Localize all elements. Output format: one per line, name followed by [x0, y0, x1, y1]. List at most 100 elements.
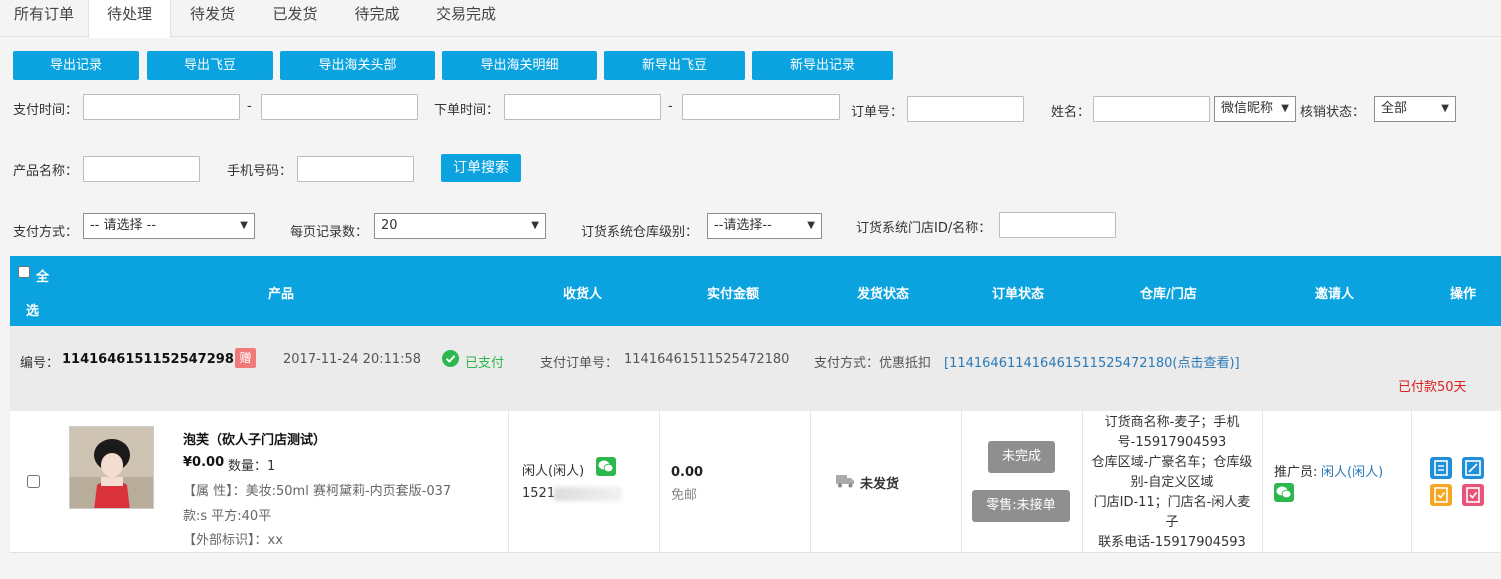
paid-days: 已付款50天 [1398, 380, 1467, 395]
order-no-input[interactable] [907, 96, 1024, 122]
check-task-icon[interactable] [1430, 484, 1452, 506]
gift-badge: 赠 [235, 348, 256, 368]
tab-to-ship[interactable]: 待发货 [171, 0, 254, 37]
pay-time-end-input[interactable] [261, 94, 418, 120]
export-customs-detail-button[interactable]: 导出海关明细 [442, 51, 597, 80]
order-search-button[interactable]: 订单搜索 [441, 154, 521, 182]
promoter-link[interactable]: 闲人(闲人) [1321, 461, 1383, 480]
wechat-icon[interactable] [596, 457, 616, 476]
edit-note-icon[interactable] [1430, 457, 1452, 479]
col-inviter: 邀请人 [1315, 287, 1355, 302]
warehouse-level-select[interactable]: --请选择-- ▼ [707, 213, 822, 239]
warehouse-info: 订货商名称-麦子；手机 号-15917904593 仓库区域-广豪名车；仓库级 … [1084, 413, 1260, 553]
export-records-button[interactable]: 导出记录 [13, 51, 139, 80]
select-all-label-1: 全 [36, 270, 50, 285]
chevron-down-icon: ▼ [531, 220, 539, 231]
chevron-down-icon: ▼ [240, 220, 248, 231]
product-name-label: 产品名称： [13, 164, 79, 179]
col-ship-status: 发货状态 [857, 287, 910, 302]
phone-label: 手机号码： [227, 164, 293, 179]
verify-status-value: 全部 [1381, 101, 1408, 116]
col-paid-amount: 实付金额 [707, 287, 760, 302]
pay-time-label: 支付时间： [13, 103, 79, 118]
tab-shipped[interactable]: 已发货 [254, 0, 336, 37]
page-size-value: 20 [381, 218, 398, 233]
chevron-down-icon: ▼ [807, 220, 815, 231]
warehouse-level-label: 订货系统仓库级别： [581, 225, 699, 240]
tab-completed[interactable]: 交易完成 [418, 0, 514, 37]
pay-time-dash: - [247, 99, 252, 114]
order-time-start-input[interactable] [504, 94, 661, 120]
phone-input[interactable] [297, 156, 414, 182]
order-time-end-input[interactable] [682, 94, 840, 120]
wechat-icon[interactable] [1274, 483, 1294, 502]
pay-method-link[interactable]: [114164611416461511525472180(点击查看)] [944, 352, 1240, 371]
product-attr-2: 款:s 平方:40平 [183, 509, 272, 524]
export-customs-header-button[interactable]: 导出海关头部 [280, 51, 435, 80]
col-warehouse: 仓库/门店 [1140, 287, 1197, 302]
verify-status-select[interactable]: 全部 ▼ [1374, 96, 1456, 122]
column-divider [810, 411, 811, 553]
product-attr: 【属 性】：美妆:50ml 赛柯黛莉-内页套版-037 [183, 484, 452, 499]
tab-pending[interactable]: 待处理 [88, 0, 171, 38]
pay-time-start-input[interactable] [83, 94, 240, 120]
product-name-input[interactable] [83, 156, 200, 182]
pay-order-no: 11416461511525472180 [624, 352, 790, 367]
column-divider [508, 411, 509, 553]
export-feidou-button[interactable]: 导出飞豆 [147, 51, 273, 80]
table-header: 全 选 产品 收货人 实付金额 发货状态 订单状态 仓库/门店 邀请人 操作 [10, 256, 1501, 326]
order-time-label: 下单时间： [434, 103, 500, 118]
truck-icon [836, 474, 855, 488]
chevron-down-icon: ▼ [1441, 103, 1449, 114]
select-all-label-2: 选 [26, 304, 40, 319]
receiver-name: 闲人(闲人) [522, 464, 585, 479]
name-type-select[interactable]: 微信昵称 ▼ [1214, 96, 1296, 122]
page-size-select[interactable]: 20 ▼ [374, 213, 546, 239]
order-checkbox[interactable] [27, 475, 40, 488]
pay-method-text: 支付方式：优惠抵扣 [814, 356, 932, 371]
retail-status-button[interactable]: 零售:未接单 [972, 490, 1070, 522]
shipping-free: 免邮 [671, 488, 698, 503]
col-receiver: 收货人 [563, 287, 603, 302]
col-product: 产品 [268, 287, 295, 302]
new-export-records-button[interactable]: 新导出记录 [752, 51, 893, 80]
new-export-feidou-button[interactable]: 新导出飞豆 [604, 51, 745, 80]
column-divider [1411, 411, 1412, 553]
warehouse-line: 门店ID-11；门店名-闲人麦 [1093, 495, 1251, 510]
order-summary-row: 编号： 1141646151152547298 40 赠 2017-11-24 … [10, 326, 1501, 411]
edit-signature-icon[interactable] [1462, 457, 1484, 479]
warehouse-line: 联系电话-15917904593 [1098, 535, 1246, 550]
paid-status: 已支付 [465, 356, 505, 371]
column-divider [1262, 411, 1263, 553]
product-name[interactable]: 泡芙（砍人子门店测试） [183, 429, 326, 448]
order-time-dash: - [668, 99, 673, 114]
order-number: 1141646151152547298 40 [62, 352, 257, 367]
tab-to-complete[interactable]: 待完成 [336, 0, 418, 37]
name-input[interactable] [1093, 96, 1210, 122]
external-id: 【外部标识】：xx [183, 533, 283, 548]
order-time: 2017-11-24 20:11:58 [283, 352, 422, 367]
col-order-status: 订单状态 [992, 287, 1045, 302]
product-thumbnail[interactable] [69, 426, 154, 509]
warehouse-line: 订货商名称-麦子；手机 [1104, 415, 1240, 430]
pay-method-select[interactable]: -- 请选择 -- ▼ [83, 213, 255, 239]
order-number-label: 编号： [20, 356, 60, 371]
tab-all-orders[interactable]: 所有订单 [0, 0, 88, 37]
pay-method-label: 支付方式： [13, 225, 79, 240]
name-label: 姓名： [1051, 105, 1091, 120]
order-status-button[interactable]: 未完成 [988, 441, 1055, 473]
column-divider [659, 411, 660, 553]
column-divider [961, 411, 962, 553]
name-type-value: 微信昵称 [1221, 101, 1274, 116]
select-all-checkbox[interactable] [18, 266, 30, 278]
chevron-down-icon: ▼ [1281, 103, 1289, 114]
paid-amount: 0.00 [671, 465, 704, 480]
order-no-label: 订单号： [851, 105, 904, 120]
warehouse-line: 仓库区域-广豪名车；仓库级 [1091, 455, 1253, 470]
receiver-phone: 1521 [522, 486, 556, 501]
warehouse-level-value: --请选择-- [714, 218, 772, 233]
pay-method-value: -- 请选择 -- [90, 218, 157, 233]
store-label: 订货系统门店ID/名称： [856, 221, 992, 236]
store-input[interactable] [999, 212, 1116, 238]
confirm-task-icon[interactable] [1462, 484, 1484, 506]
